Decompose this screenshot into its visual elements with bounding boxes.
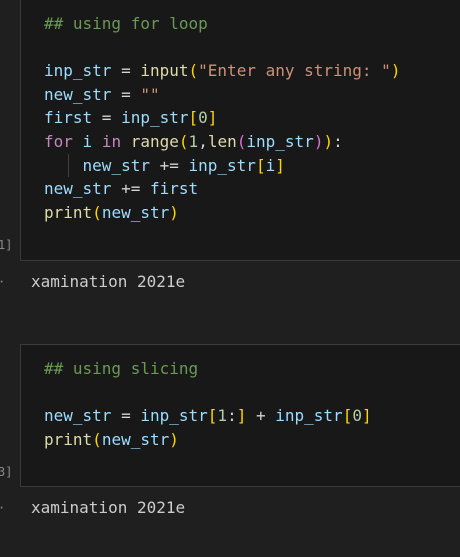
indent-guide [68, 153, 69, 178]
code-token: 0 [198, 108, 208, 128]
output-arrow-1: · [0, 275, 5, 289]
code-token: range [130, 131, 179, 151]
code-line: print(new_str) [44, 428, 372, 452]
code-token: first [44, 108, 93, 128]
code-token: [ [342, 406, 353, 426]
code-cell-2-source[interactable]: ## using slicing new_str = inp_str[1:] +… [44, 357, 372, 451]
code-token: new_str [44, 84, 112, 104]
code-token: inp_str [246, 131, 314, 151]
code-token: inp_str [275, 406, 343, 426]
code-line: print(new_str) [44, 201, 400, 225]
code-token: ( [178, 131, 189, 151]
code-token: i [82, 131, 93, 151]
code-cell-1-source[interactable]: ## using for loop inp_str = input("Enter… [44, 12, 400, 224]
code-token: ## using for loop [44, 14, 208, 33]
output-arrow-2: · [0, 501, 5, 515]
code-line: new_str = inp_str[1:] + inp_str[0] [44, 404, 372, 428]
code-token: new_str [101, 429, 170, 449]
code-token: new_str [101, 202, 170, 222]
code-token: ## using slicing [44, 359, 199, 378]
cell-1-output: xamination 2021e [31, 272, 186, 291]
code-line: new_str += inp_str[i] [44, 153, 400, 178]
code-line: new_str += first [44, 177, 400, 201]
code-token: i [265, 155, 276, 175]
code-token: ( [92, 202, 102, 222]
code-token: ) [313, 131, 324, 151]
code-token: : [227, 406, 237, 426]
code-token: ] [236, 406, 247, 426]
code-token: inp_str [188, 155, 256, 175]
code-token: len [207, 131, 237, 151]
code-line: for i in range(1,len(inp_str)): [44, 130, 400, 154]
code-token: print [44, 429, 93, 449]
code-token: ( [188, 61, 199, 81]
code-token: ( [92, 429, 102, 449]
code-token: : [333, 131, 343, 151]
notebook: ## using for loop inp_str = input("Enter… [0, 0, 460, 557]
code-token: "Enter any string: " [198, 61, 391, 81]
code-token: 1 [217, 406, 228, 426]
code-line: first = inp_str[0] [44, 106, 400, 130]
code-token: ) [323, 131, 334, 151]
code-token: in [101, 131, 122, 151]
code-token: ( [236, 131, 247, 151]
code-token: ) [169, 202, 179, 222]
code-token: = [111, 61, 141, 81]
code-line: inp_str = input("Enter any string: ") [44, 59, 400, 83]
code-token: ] [207, 108, 218, 128]
code-line: ## using slicing [44, 357, 372, 381]
code-token: = [111, 406, 141, 426]
code-token: [ [188, 108, 199, 128]
code-token: new_str [44, 406, 112, 426]
code-line: new_str = "" [44, 83, 400, 107]
code-token: for [44, 131, 73, 151]
code-token: += [149, 155, 189, 175]
code-token: "" [140, 84, 160, 104]
execution-count-1: 1] [0, 238, 13, 252]
code-token: ] [275, 155, 285, 175]
code-token: inp_str [140, 406, 208, 426]
code-token: new_str [82, 155, 150, 175]
code-token: [ [255, 155, 266, 175]
code-token: + [246, 406, 276, 426]
code-token: input [140, 61, 189, 81]
code-token: = [111, 84, 141, 104]
code-token: first [149, 179, 199, 199]
code-token: ) [169, 429, 179, 449]
code-token: inp_str [44, 61, 112, 81]
code-token: ] [361, 406, 372, 426]
code-token: print [44, 202, 93, 222]
code-token: inp_str [121, 108, 189, 128]
execution-count-2: 3] [0, 465, 13, 479]
code-token: ) [390, 61, 401, 81]
code-token: new_str [44, 179, 112, 199]
code-token: 1 [188, 131, 199, 151]
code-token: 0 [352, 406, 362, 426]
code-token: += [111, 179, 150, 199]
code-token: [ [207, 406, 218, 426]
cell-2-output: xamination 2021e [31, 498, 186, 517]
code-token: , [198, 131, 208, 151]
code-token: = [92, 108, 122, 128]
code-line: ## using for loop [44, 12, 400, 36]
